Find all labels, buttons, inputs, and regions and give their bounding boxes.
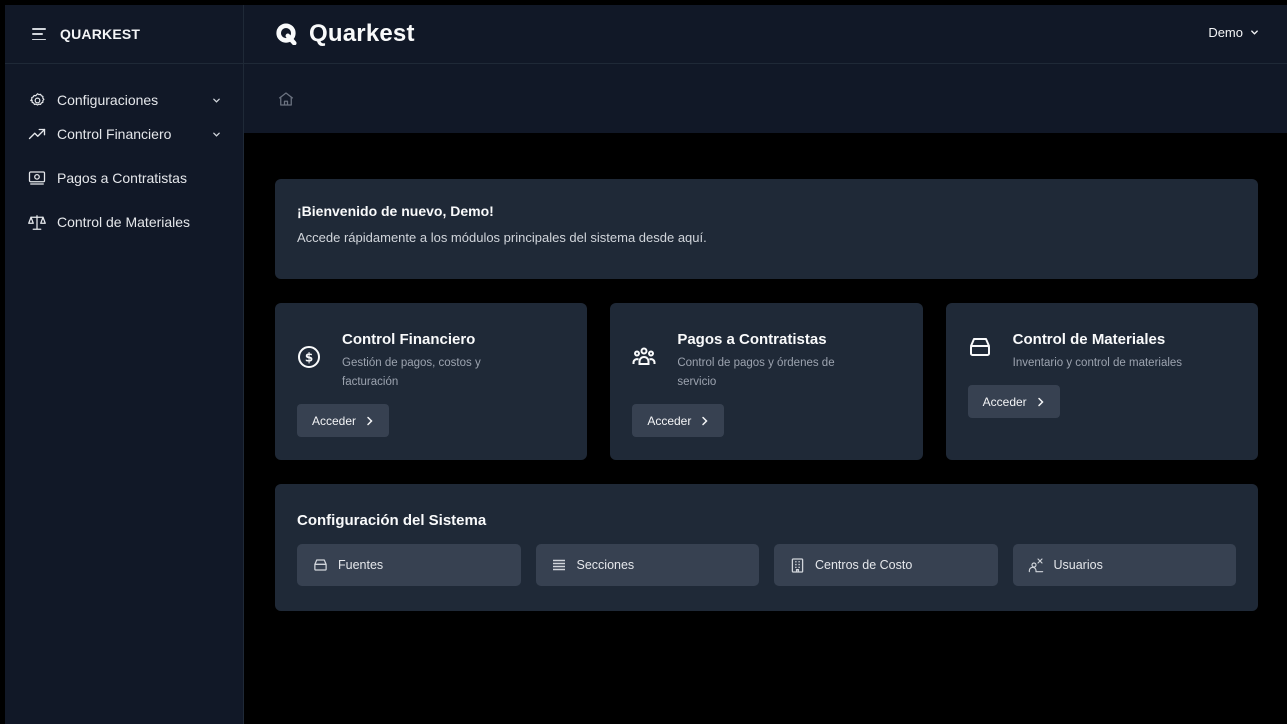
sidebar-item-label: Control de Materiales — [57, 214, 191, 230]
config-title: Configuración del Sistema — [297, 512, 487, 529]
logo[interactable]: Quarkest — [275, 20, 415, 48]
archive-icon — [969, 338, 990, 356]
sidebar-nav: Configuraciones Control Financiero Pagos — [5, 64, 243, 239]
trending-up-icon — [28, 125, 46, 143]
home-icon[interactable] — [277, 90, 295, 108]
banknote-icon — [28, 169, 46, 187]
chevron-down-icon — [1251, 30, 1258, 35]
module-title: Control de Materiales — [1012, 331, 1166, 348]
sidebar-item-configuraciones[interactable]: Configuraciones — [5, 83, 243, 117]
chevron-right-icon — [367, 416, 373, 425]
config-buttons: Fuentes Secciones Centros de Costo Usuar… — [297, 544, 1236, 586]
user-menu[interactable]: Demo — [1208, 25, 1259, 40]
archive-icon — [312, 557, 328, 573]
acceder-button[interactable]: Acceder — [632, 404, 725, 437]
app-frame: QUARKEST Configuraciones Control Financi… — [5, 5, 1287, 724]
menu-icon[interactable] — [32, 28, 46, 40]
sidebar-item-control-financiero[interactable]: Control Financiero — [5, 117, 243, 151]
welcome-subtitle: Accede rápidamente a los módulos princip… — [297, 230, 707, 245]
gear-icon — [28, 91, 46, 109]
config-card: Configuración del Sistema Fuentes Seccio… — [275, 484, 1258, 611]
sidebar-item-label: Pagos a Contratistas — [57, 170, 187, 186]
module-card-control-financiero: $ Control Financiero Gestión de pagos, c… — [275, 303, 588, 460]
module-description: Control de pagos y órdenes de servicio — [677, 357, 835, 388]
config-button-usuarios[interactable]: Usuarios — [1012, 544, 1236, 586]
chevron-down-icon — [211, 129, 221, 139]
main-area: Quarkest Demo ¡Bienvenido de nuevo, Demo… — [244, 5, 1287, 724]
user-name: Demo — [1208, 25, 1243, 40]
module-card-pagos-contratistas: Pagos a Contratistas Control de pagos y … — [610, 303, 923, 460]
config-button-label: Usuarios — [1053, 558, 1103, 572]
svg-text:$: $ — [305, 351, 313, 365]
button-label: Acceder — [982, 394, 1027, 409]
chevron-right-icon — [702, 416, 708, 425]
scale-icon — [28, 213, 46, 231]
module-card-control-materiales: Control de Materiales Inventario y contr… — [945, 303, 1258, 460]
welcome-title: ¡Bienvenido de nuevo, Demo! — [297, 203, 494, 219]
module-description: Gestión de pagos, costos y facturación — [342, 357, 481, 388]
acceder-button[interactable]: Acceder — [967, 385, 1060, 418]
logo-text: Quarkest — [309, 20, 415, 47]
sidebar-item-label: Configuraciones — [57, 92, 159, 108]
acceder-button[interactable]: Acceder — [297, 404, 390, 437]
quarkest-logo-icon — [276, 23, 297, 45]
users-group-icon — [632, 347, 656, 365]
welcome-card: ¡Bienvenido de nuevo, Demo! Accede rápid… — [275, 179, 1258, 279]
button-label: Acceder — [312, 413, 357, 428]
module-title: Control Financiero — [342, 331, 476, 348]
user-cog-icon — [1028, 557, 1044, 573]
config-button-label: Secciones — [576, 558, 635, 572]
dollar-circle-icon: $ — [298, 346, 320, 368]
module-title: Pagos a Contratistas — [677, 331, 827, 348]
chevron-right-icon — [1037, 397, 1044, 406]
sidebar-header: QUARKEST — [5, 5, 243, 64]
module-grid: $ Control Financiero Gestión de pagos, c… — [275, 303, 1258, 460]
breadcrumb — [244, 64, 1287, 133]
config-button-fuentes[interactable]: Fuentes — [297, 544, 521, 586]
list-icon — [551, 557, 567, 573]
button-label: Acceder — [647, 413, 692, 428]
sidebar-item-control-materiales[interactable]: Control de Materiales — [5, 205, 243, 239]
module-description: Inventario y control de materiales — [1012, 357, 1183, 369]
config-button-label: Centros de Costo — [815, 558, 913, 572]
sidebar-item-pagos-contratistas[interactable]: Pagos a Contratistas — [5, 161, 243, 195]
config-button-label: Fuentes — [338, 558, 384, 572]
config-button-centros-costo[interactable]: Centros de Costo — [774, 544, 998, 586]
chevron-down-icon — [211, 95, 221, 105]
sidebar: QUARKEST Configuraciones Control Financi… — [5, 5, 244, 724]
topbar: Quarkest Demo — [244, 5, 1287, 64]
dashboard-content: ¡Bienvenido de nuevo, Demo! Accede rápid… — [275, 179, 1258, 611]
config-button-secciones[interactable]: Secciones — [535, 544, 759, 586]
sidebar-item-label: Control Financiero — [57, 126, 172, 142]
building-icon — [789, 557, 805, 573]
sidebar-brand: QUARKEST — [60, 26, 141, 42]
